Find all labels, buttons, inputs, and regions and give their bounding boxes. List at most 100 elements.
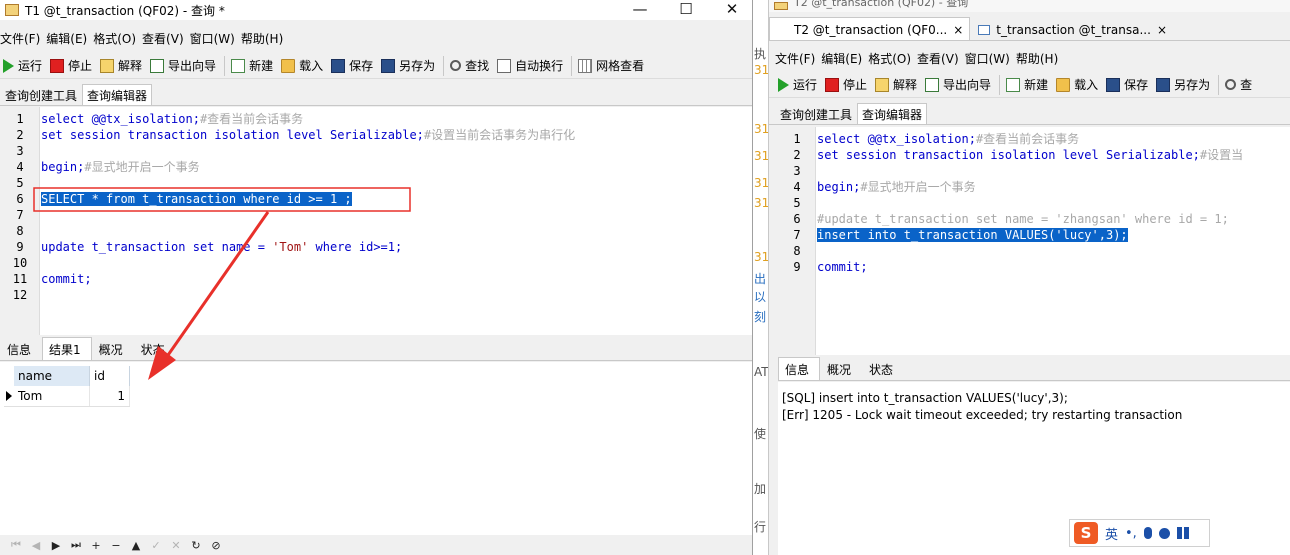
explain-button[interactable]: 解释 [872,74,922,96]
new-label: 新建 [1024,78,1049,92]
code-line[interactable]: 2 set session transaction isolation level… [778,147,1290,163]
load-button[interactable]: 载入 [1053,74,1103,96]
background-text-fragment: 出 [754,272,767,286]
background-text-fragment: 31 [754,176,768,190]
new-button[interactable]: 新建 [1003,74,1053,96]
toolbar-separator [1218,74,1220,95]
code-token: select @@tx_isolation; [817,132,976,146]
line-number: 6 [793,212,801,226]
menu-format[interactable]: 格式(O) [868,50,917,67]
line-number: 8 [793,244,801,258]
toolbar: 运行 停止 解释 导出向导 新建 载入 保存 另存为 查 [769,72,1290,98]
stop-label: 停止 [843,78,868,92]
code-line[interactable]: 9 commit; [778,259,1290,275]
message-pane: [SQL] insert into t_transaction VALUES('… [778,382,1290,555]
code-token: #查看当前会话事务 [975,132,1080,146]
find-button[interactable]: 查 [1222,74,1257,96]
editor-subtabs: 查询创建工具 查询编辑器 [769,103,1290,125]
line-number: 3 [793,164,801,178]
annotation-arrow [164,211,270,359]
export-label: 导出向导 [943,78,992,92]
tab-query-builder[interactable]: 查询创建工具 [775,103,857,124]
run-icon [778,77,789,92]
background-text-fragment: 加 [754,482,767,496]
sql-editor[interactable]: 1 select @@tx_isolation;#查看当前会话事务 2 set ses… [778,127,1290,355]
line-number: 4 [793,180,801,194]
annotation-overlay [33,187,411,380]
code-token: set session transaction isolation level … [817,148,1200,162]
stop-icon [825,77,840,92]
desktop: T1 @t_transaction (QF02) - 查询 * — ☐ ✕ 文件… [0,0,1290,555]
export-icon [925,77,940,92]
stop-button[interactable]: 停止 [822,74,872,96]
export-wizard-button[interactable]: 导出向导 [922,74,996,96]
tab-status[interactable]: 状态 [862,357,904,380]
document-tabs: T2 @t_transaction (QF0... × t_transactio… [769,17,1290,41]
close-tab-icon[interactable]: × [953,23,963,37]
code-token: #显式地开启一个事务 [860,180,976,194]
explain-icon [875,77,890,92]
tab-info[interactable]: 信息 [778,357,821,380]
find-label: 查 [1240,78,1253,92]
grid-icon[interactable] [1176,527,1189,539]
line-number: 2 [793,148,801,162]
code-token: #设置当 [1199,148,1244,162]
toolbar-separator [999,74,1001,95]
table-icon [978,25,991,35]
background-text-fragment: 刻 [754,310,767,324]
sql-message: [SQL] insert into t_transaction VALUES('… [782,391,1068,405]
user-icon[interactable] [1158,527,1170,539]
ime-toolbar[interactable]: S 英 •, [1069,519,1210,547]
code-text: begin;#显式地开启一个事务 [817,179,976,195]
menu-help[interactable]: 帮助(H) [1016,50,1064,67]
code-text: #update t_transaction set name = 'zhangs… [817,211,1229,227]
search-icon [1225,79,1237,90]
result-tabs: 信息 概况 状态 [778,357,1290,381]
code-line[interactable]: 4 begin;#显式地开启一个事务 [778,179,1290,195]
code-token: #update t_transaction set name = 'zhangs… [817,212,1229,226]
load-label: 载入 [1074,78,1099,92]
run-label: 运行 [793,78,818,92]
punctuation-icon[interactable]: •, [1125,526,1137,541]
code-line[interactable]: 6 #update t_transaction set name = 'zhang… [778,211,1290,227]
code-text: commit; [817,259,868,275]
tab-label: T2 @t_transaction (QF0... [794,23,948,37]
menu-window[interactable]: 窗口(W) [965,50,1016,67]
close-tab-icon[interactable]: × [1157,23,1167,37]
background-text-fragment: 以 [754,290,767,304]
tab-overview[interactable]: 概况 [820,357,862,380]
query-icon [776,25,788,35]
mic-icon[interactable] [1143,527,1152,539]
tab-query-editor[interactable]: 查询编辑器 [857,103,928,124]
code-line[interactable]: 7 insert into t_transaction VALUES('lucy'… [778,227,1290,243]
background-text-fragment: 31 [754,149,768,163]
folder-icon [1056,77,1071,92]
code-text: select @@tx_isolation;#查看当前会话事务 [817,131,1079,147]
code-line[interactable]: 1 select @@tx_isolation;#查看当前会话事务 [778,131,1290,147]
code-token: begin; [817,180,861,194]
menu-file[interactable]: 文件(F) [775,50,821,67]
line-number: 5 [793,196,801,210]
save-icon [1106,77,1121,92]
code-token: commit; [817,260,868,274]
code-line[interactable]: 3 [778,163,1290,179]
run-button[interactable]: 运行 [775,74,822,96]
save-as-label: 另存为 [1174,78,1211,92]
background-text-fragment: AT [754,365,768,379]
save-as-button[interactable]: 另存为 [1153,74,1215,96]
menu-edit[interactable]: 编辑(E) [821,50,868,67]
code-text: set session transaction isolation level … [817,147,1243,163]
line-number: 7 [793,228,801,242]
tab-t2-query[interactable]: T2 @t_transaction (QF0... × [769,17,971,40]
menu-bar: 文件(F) 编辑(E) 格式(O) 查看(V) 窗口(W) 帮助(H) [769,48,1290,68]
save-as-icon [1156,77,1171,92]
code-line[interactable]: 5 [778,195,1290,211]
background-text-fragment: 31 [754,196,768,210]
code-line[interactable]: 8 [778,243,1290,259]
ime-language[interactable]: 英 [1105,524,1118,543]
title-bar-partial[interactable]: T2 @t_transaction (QF02) - 查询 [769,0,1290,12]
menu-view[interactable]: 查看(V) [917,50,965,67]
save-button[interactable]: 保存 [1103,74,1153,96]
tab-t-transaction-table[interactable]: t_transaction @t_transa... × [970,18,1173,40]
background-text-fragment: 行 [754,520,767,534]
